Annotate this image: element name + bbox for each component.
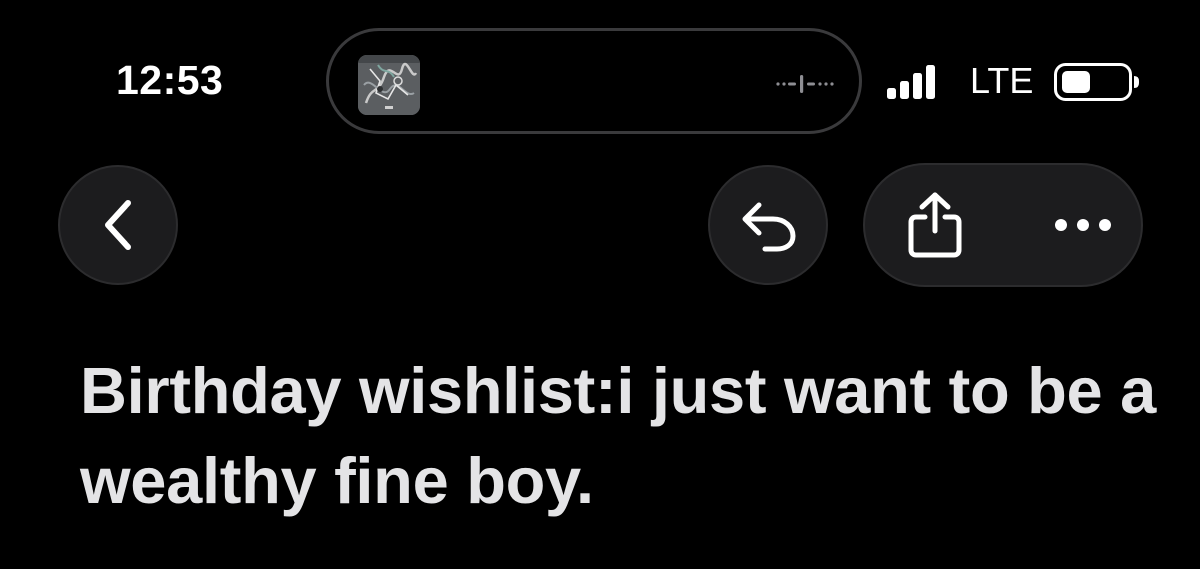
cellular-signal-icon [887, 65, 935, 99]
reply-arrow-icon [742, 202, 796, 252]
chevron-left-icon [105, 200, 131, 250]
reply-button[interactable] [708, 165, 828, 285]
share-icon [908, 192, 962, 258]
battery-icon [1054, 63, 1139, 101]
ellipsis-icon [1055, 219, 1111, 231]
message-text: Birthday wishlist:i just want to be a we… [80, 354, 1156, 517]
network-type-label: LTE [970, 60, 1034, 101]
dynamic-island[interactable] [326, 28, 862, 134]
back-button[interactable] [58, 165, 178, 285]
share-button[interactable] [885, 165, 985, 285]
more-options-button[interactable] [1033, 165, 1133, 285]
status-bar-time: 12:53 [116, 57, 224, 103]
album-art-thumbnail[interactable] [358, 55, 420, 115]
audio-waveform-icon [776, 75, 834, 93]
actions-group [863, 163, 1143, 287]
album-art-image [358, 55, 420, 115]
